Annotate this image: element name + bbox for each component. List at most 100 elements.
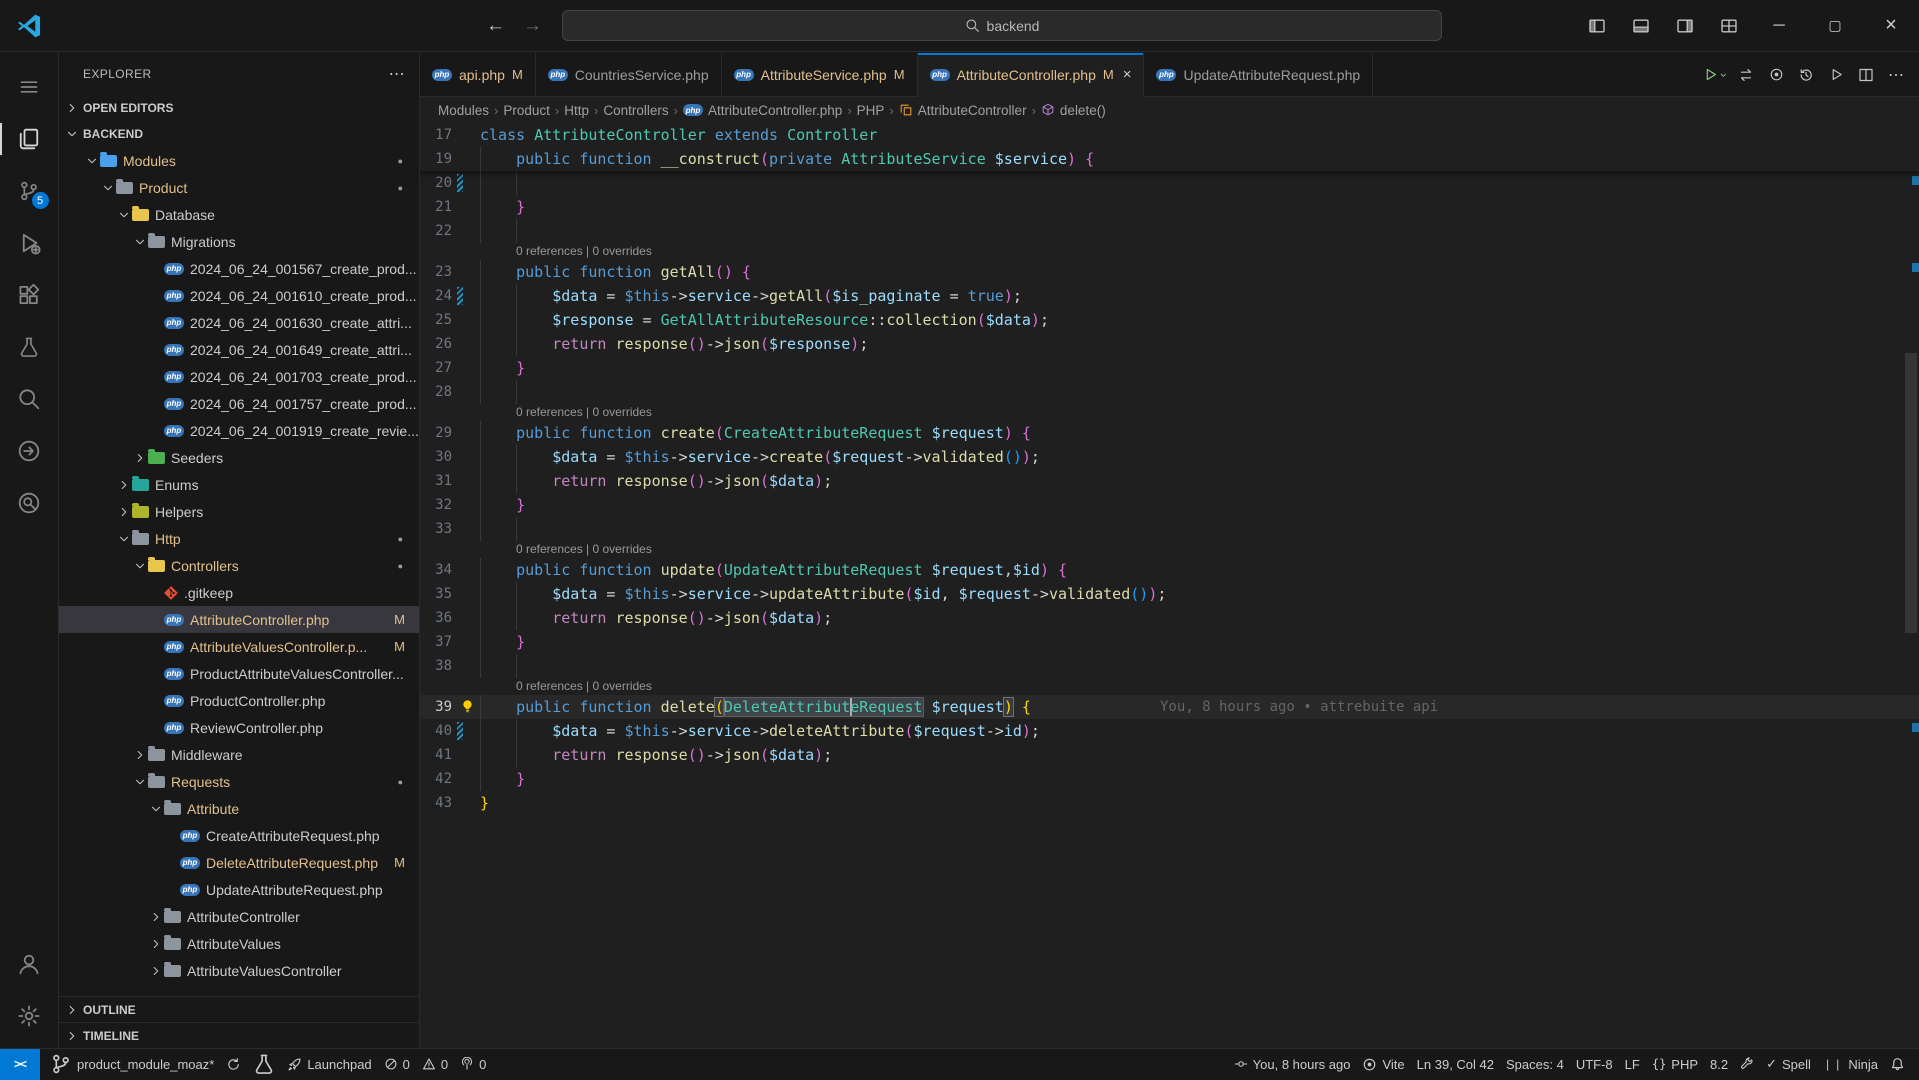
file-item[interactable]: phpCreateAttributeRequest.php <box>59 822 419 849</box>
run-button[interactable] <box>1703 62 1729 88</box>
status-ninja[interactable]: ❘❘Ninja <box>1817 1057 1884 1072</box>
gutter[interactable]: 34 <box>420 558 480 582</box>
split-editor-icon[interactable] <box>1853 62 1879 88</box>
status-errors[interactable]: 0 <box>378 1057 416 1072</box>
status-sync[interactable] <box>220 1057 247 1072</box>
status-vite[interactable]: Vite <box>1356 1057 1410 1072</box>
status-intelephense[interactable] <box>1734 1057 1760 1071</box>
gutter[interactable]: 35 <box>420 582 480 606</box>
folder-item[interactable]: Helpers <box>59 498 419 525</box>
folder-item[interactable]: Database <box>59 201 419 228</box>
lightbulb-icon[interactable] <box>460 699 475 714</box>
codelens[interactable]: 0 references | 0 overrides <box>420 678 1919 695</box>
gutter[interactable]: 31 <box>420 469 480 493</box>
explorer-more-actions[interactable]: ⋯ <box>389 64 405 84</box>
file-item[interactable]: phpAttributeController.phpM <box>59 606 419 633</box>
breadcrumb-item[interactable]: Http <box>564 103 589 118</box>
file-item[interactable]: php2024_06_24_001919_create_revie... <box>59 417 419 444</box>
status-php-version[interactable]: 8.2 <box>1704 1057 1734 1072</box>
file-item[interactable]: phpUpdateAttributeRequest.php <box>59 876 419 903</box>
tab-api.php[interactable]: phpapi.phpM <box>420 53 536 97</box>
settings-icon[interactable] <box>0 990 59 1042</box>
tab-AttributeService.php[interactable]: phpAttributeService.phpM <box>722 53 918 97</box>
breadcrumb-item[interactable]: Modules <box>438 103 489 118</box>
breadcrumb-item[interactable]: Controllers <box>603 103 668 118</box>
forward-arrow-icon[interactable]: → <box>523 15 542 37</box>
gutter[interactable]: 41 <box>420 743 480 767</box>
file-item[interactable]: php2024_06_24_001610_create_prod... <box>59 282 419 309</box>
close-tab-icon[interactable]: × <box>1123 66 1132 83</box>
workspace-root-section[interactable]: BACKEND <box>59 121 419 147</box>
folder-item[interactable]: Product● <box>59 174 419 201</box>
gutter[interactable]: 38 <box>420 654 480 678</box>
gutter[interactable]: 30 <box>420 445 480 469</box>
status-launchpad[interactable]: Launchpad <box>281 1057 377 1072</box>
remote-explorer-icon[interactable] <box>0 425 59 477</box>
open-editors-section[interactable]: OPEN EDITORS <box>59 95 419 121</box>
status-indentation[interactable]: Spaces: 4 <box>1500 1057 1570 1072</box>
tab-AttributeController.php[interactable]: phpAttributeController.phpM× <box>918 53 1145 97</box>
editor-scrollbar[interactable] <box>1905 353 1917 633</box>
gutter[interactable]: 37 <box>420 630 480 654</box>
gutter[interactable]: 29 <box>420 421 480 445</box>
search-icon[interactable] <box>0 373 59 425</box>
history-icon[interactable] <box>1793 62 1819 88</box>
gutter[interactable]: 24 <box>420 284 480 308</box>
codelens[interactable]: 0 references | 0 overrides <box>420 404 1919 421</box>
close-button[interactable]: × <box>1863 0 1919 52</box>
remote-indicator[interactable]: >< <box>0 1049 40 1080</box>
status-cursor-position[interactable]: Ln 39, Col 42 <box>1411 1057 1500 1072</box>
gutter[interactable]: 25 <box>420 308 480 332</box>
file-item[interactable]: phpProductController.php <box>59 687 419 714</box>
status-encoding[interactable]: UTF-8 <box>1570 1057 1619 1072</box>
folder-item[interactable]: Requests● <box>59 768 419 795</box>
explorer-icon[interactable] <box>0 113 59 165</box>
tab-UpdateAttributeRequest.php[interactable]: phpUpdateAttributeRequest.php <box>1144 53 1373 97</box>
gutter[interactable]: 40 <box>420 719 480 743</box>
back-arrow-icon[interactable]: ← <box>486 15 505 37</box>
gutter[interactable]: 26 <box>420 332 480 356</box>
folder-item[interactable]: AttributeValuesController <box>59 957 419 984</box>
gutter[interactable]: 21 <box>420 195 480 219</box>
gutter[interactable]: 43 <box>420 791 480 815</box>
toggle-secondary-sidebar-icon[interactable] <box>1663 0 1707 52</box>
accounts-icon[interactable] <box>0 938 59 990</box>
gutter[interactable]: 22 <box>420 219 480 243</box>
breadcrumb-item[interactable]: delete() <box>1041 103 1106 118</box>
folder-item[interactable]: Modules● <box>59 147 419 174</box>
codelens[interactable]: 0 references | 0 overrides <box>420 541 1919 558</box>
gutter[interactable]: 36 <box>420 606 480 630</box>
gutter[interactable]: 20 <box>420 171 480 195</box>
outline-section[interactable]: OUTLINE <box>59 996 419 1022</box>
timeline-icon[interactable] <box>1763 62 1789 88</box>
gutter[interactable]: 39 <box>420 695 480 719</box>
gutter[interactable]: 17 <box>420 123 480 147</box>
folder-item[interactable]: AttributeController <box>59 903 419 930</box>
file-item[interactable]: .gitkeep <box>59 579 419 606</box>
status-language-mode[interactable]: {}PHP <box>1646 1057 1704 1072</box>
extensions-icon[interactable] <box>0 269 59 321</box>
command-center-search[interactable]: backend <box>562 10 1442 41</box>
status-ports[interactable]: 0 <box>454 1057 492 1072</box>
file-item[interactable]: phpProductAttributeValuesController... <box>59 660 419 687</box>
folder-item[interactable]: Enums <box>59 471 419 498</box>
folder-item[interactable]: Middleware <box>59 741 419 768</box>
folder-item[interactable]: Migrations <box>59 228 419 255</box>
status-blame[interactable]: You, 8 hours ago <box>1228 1057 1357 1072</box>
timeline-section[interactable]: TIMELINE <box>59 1022 419 1048</box>
status-notifications[interactable] <box>1884 1057 1911 1072</box>
file-item[interactable]: php2024_06_24_001757_create_prod... <box>59 390 419 417</box>
menu-icon[interactable] <box>0 61 59 113</box>
run-debug-icon[interactable] <box>0 217 59 269</box>
code-search-icon[interactable] <box>0 477 59 529</box>
gutter[interactable]: 32 <box>420 493 480 517</box>
file-item[interactable]: php2024_06_24_001567_create_prod... <box>59 255 419 282</box>
file-item[interactable]: php2024_06_24_001630_create_attri... <box>59 309 419 336</box>
git-compare-icon[interactable] <box>1733 62 1759 88</box>
status-git-branch[interactable]: product_module_moaz* <box>44 1053 220 1075</box>
testing-icon[interactable] <box>0 321 59 373</box>
gutter[interactable]: 33 <box>420 517 480 541</box>
gutter[interactable]: 42 <box>420 767 480 791</box>
status-tests[interactable] <box>247 1053 281 1075</box>
folder-item[interactable]: Attribute <box>59 795 419 822</box>
